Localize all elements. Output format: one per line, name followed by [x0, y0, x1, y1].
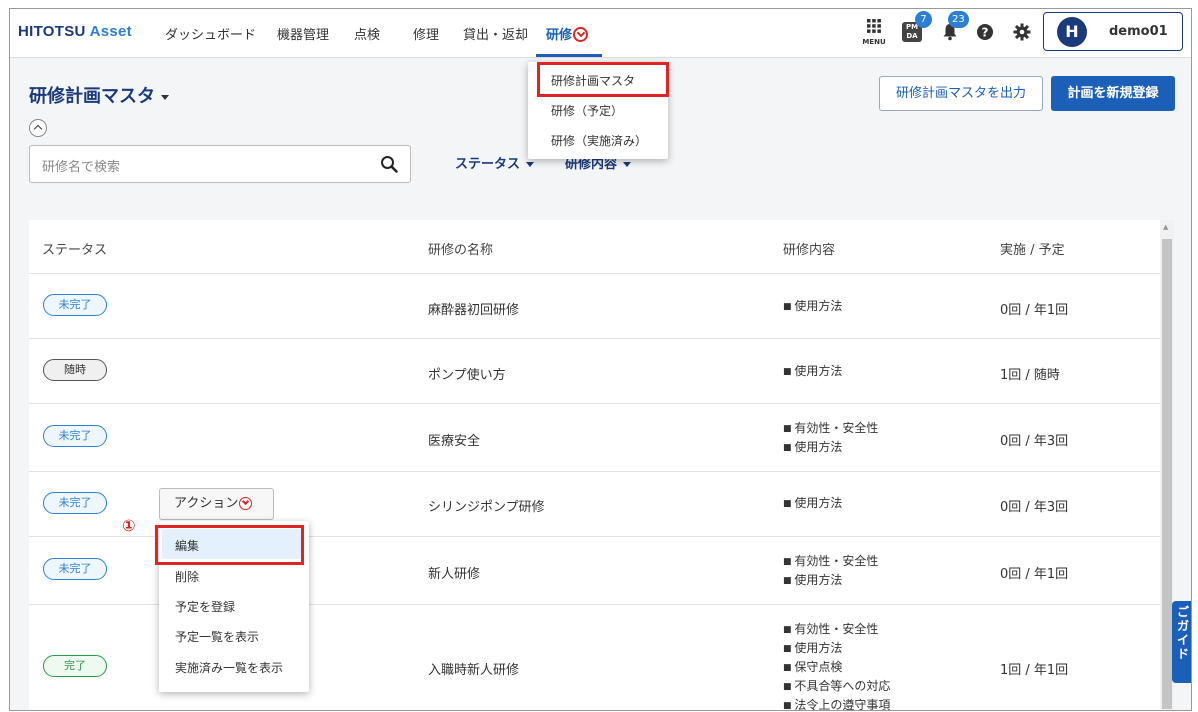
search-input[interactable]: 研修名で検索	[29, 145, 411, 183]
training-contents: 使用方法	[783, 362, 842, 381]
page-title-text: 研修計画マスタ	[29, 86, 155, 107]
gear-icon	[1013, 23, 1031, 41]
nav-dashboard[interactable]: ダッシュボード	[165, 24, 256, 43]
nav-active-indicator	[536, 54, 602, 57]
training-count: 0回 / 年1回	[1000, 567, 1069, 582]
content-item: 使用方法	[783, 494, 842, 513]
nav-inspection[interactable]: 点検	[354, 24, 380, 43]
content-item: 使用方法	[783, 362, 842, 381]
pmda-count-badge: 7	[915, 11, 932, 28]
notification-count-badge: 23	[948, 11, 969, 28]
menu-label: MENU	[862, 38, 886, 46]
content-filter-label: 研修内容	[565, 157, 618, 172]
content-item: 使用方法	[783, 571, 878, 590]
training-contents: 有効性・安全性 使用方法	[783, 552, 878, 590]
training-name[interactable]: 医療安全	[428, 430, 480, 449]
annotation-number: ①	[122, 516, 136, 535]
action-label: アクション	[174, 496, 239, 511]
content-item: 有効性・安全性	[783, 620, 890, 639]
pmda-icon: PM DA	[905, 23, 919, 40]
help-icon: ?	[977, 24, 993, 40]
column-header-status[interactable]: ステータス	[42, 239, 107, 258]
training-name[interactable]: 新人研修	[428, 563, 480, 582]
training-count: 0回 / 年1回	[1000, 303, 1069, 318]
nav-equipment[interactable]: 機器管理	[277, 24, 329, 43]
nav-training-label: 研修	[546, 28, 573, 43]
menu-item-training-scheduled[interactable]: 研修（予定）	[551, 102, 623, 119]
training-name[interactable]: 麻酔器初回研修	[428, 299, 519, 318]
training-count: 0回 / 年3回	[1000, 434, 1069, 449]
caret-down-icon	[623, 162, 632, 167]
row-divider	[29, 471, 1160, 472]
menu-item-register-schedule[interactable]: 予定を登録	[175, 598, 235, 615]
caret-down-icon	[526, 162, 535, 167]
status-filter[interactable]: ステータス	[455, 153, 535, 172]
page-title[interactable]: 研修計画マスタ	[29, 82, 169, 108]
menu-item-training-completed[interactable]: 研修（実施済み）	[551, 132, 647, 149]
training-count: 0回 / 年3回	[1000, 500, 1069, 515]
training-contents: 有効性・安全性 使用方法 保守点検 不具合等への対応 法令上の遵守事項	[783, 620, 890, 710]
training-name[interactable]: シリンジポンプ研修	[428, 496, 545, 515]
user-menu-button[interactable]: H demo01	[1043, 12, 1183, 51]
content-item: 有効性・安全性	[783, 552, 878, 571]
status-badge: 未完了	[43, 294, 107, 316]
column-header-content[interactable]: 研修内容	[783, 239, 835, 258]
nav-training[interactable]: 研修	[546, 24, 589, 43]
highlight-box	[537, 62, 669, 97]
grid-icon	[867, 19, 881, 33]
scrollbar-thumb[interactable]	[1162, 239, 1172, 709]
status-filter-label: ステータス	[455, 157, 521, 172]
settings-button[interactable]	[1013, 23, 1031, 41]
guide-tab[interactable]: ご ガ イ ド	[1172, 601, 1191, 683]
menu-grid-button[interactable]: MENU	[861, 18, 887, 46]
content-item: 使用方法	[783, 438, 878, 457]
search-placeholder: 研修名で検索	[42, 160, 121, 175]
nav-lending[interactable]: 貸出・返却	[463, 24, 528, 43]
training-contents: 使用方法	[783, 297, 842, 316]
status-badge: 随時	[43, 359, 107, 381]
help-button[interactable]: ?	[976, 23, 994, 41]
menu-item-completed-list[interactable]: 実施済み一覧を表示	[175, 659, 283, 676]
content-item: 保守点検	[783, 658, 890, 677]
menu-item-schedule-list[interactable]: 予定一覧を表示	[175, 628, 259, 645]
training-name[interactable]: ポンプ使い方	[428, 364, 506, 383]
avatar: H	[1057, 17, 1087, 47]
menu-item-delete[interactable]: 削除	[175, 568, 199, 585]
column-header-name[interactable]: 研修の名称	[428, 239, 493, 258]
scroll-up-arrow-icon[interactable]: ▲	[1163, 223, 1168, 231]
search-icon[interactable]	[380, 155, 398, 173]
content-item: 有効性・安全性	[783, 419, 878, 438]
app-logo[interactable]: HITOTSU Asset	[18, 23, 132, 40]
content-item: 不具合等への対応	[783, 677, 890, 696]
column-header-count[interactable]: 実施 / 予定	[1000, 239, 1065, 258]
content-item: 法令上の遵守事項	[783, 696, 890, 710]
caret-down-icon	[161, 94, 169, 100]
training-name[interactable]: 入職時新人研修	[428, 659, 519, 678]
training-contents: 有効性・安全性 使用方法	[783, 419, 878, 457]
training-count: 1回 / 随時	[1000, 368, 1060, 383]
highlight-box	[155, 525, 304, 565]
action-dropdown-button[interactable]: アクション	[159, 488, 274, 520]
content-item: 使用方法	[783, 639, 890, 658]
app-window: HITOTSU Asset ダッシュボード 機器管理 点検 修理 貸出・返却 研…	[9, 8, 1192, 711]
status-badge: 未完了	[43, 492, 107, 514]
chevron-down-icon	[573, 27, 589, 42]
row-divider	[29, 338, 1160, 339]
status-badge: 未完了	[43, 558, 107, 580]
collapse-filter-button[interactable]	[29, 119, 47, 137]
status-badge: 未完了	[43, 425, 107, 447]
training-count: 1回 / 年1回	[1000, 663, 1069, 678]
row-divider	[29, 403, 1160, 404]
user-name: demo01	[1109, 24, 1168, 39]
new-plan-button[interactable]: 計画を新規登録	[1051, 76, 1175, 111]
content-item: 使用方法	[783, 297, 842, 316]
svg-text:?: ?	[982, 26, 989, 40]
row-divider	[29, 273, 1160, 274]
top-navigation-bar: HITOTSU Asset ダッシュボード 機器管理 点検 修理 貸出・返却 研…	[10, 9, 1191, 58]
nav-repair[interactable]: 修理	[413, 24, 439, 43]
status-badge: 完了	[43, 655, 107, 677]
chevron-down-icon	[239, 497, 253, 510]
export-master-button[interactable]: 研修計画マスタを出力	[879, 76, 1043, 111]
training-contents: 使用方法	[783, 494, 842, 513]
